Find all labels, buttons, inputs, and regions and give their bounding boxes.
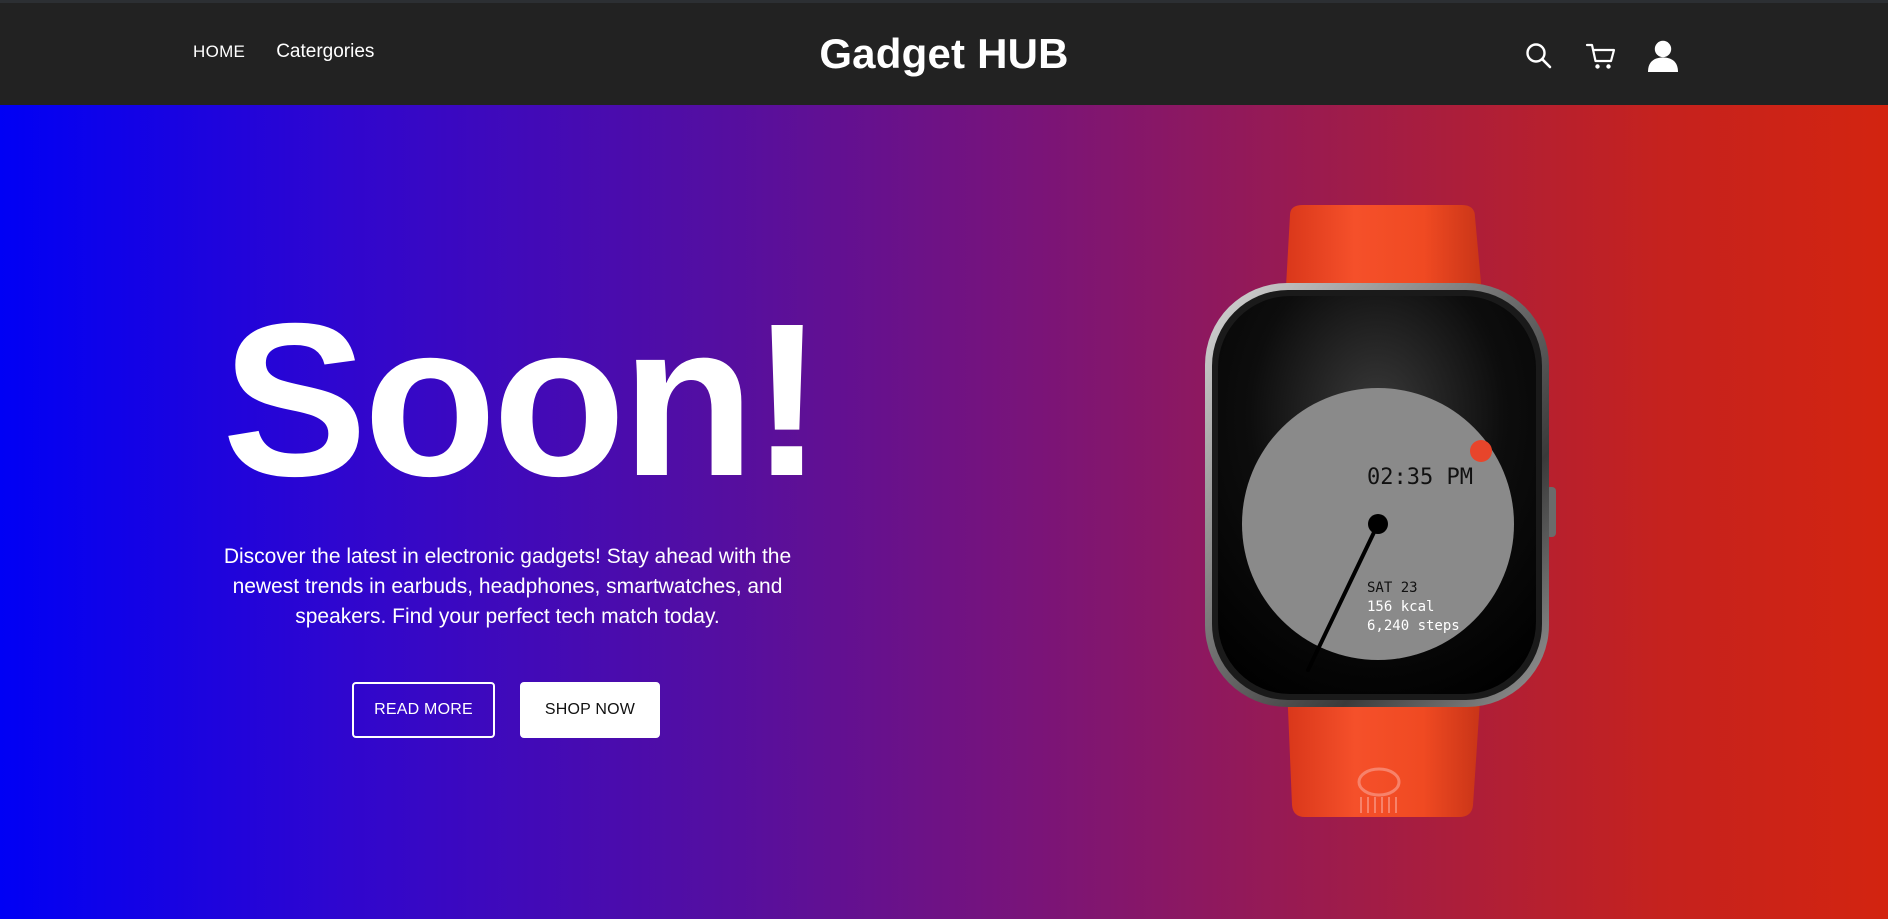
cart-icon[interactable] — [1582, 37, 1620, 75]
nav-link-categories[interactable]: Catergories — [276, 41, 374, 63]
page: HOME Catergories Gadget HUB Soon! Discov… — [0, 0, 1888, 919]
search-icon[interactable] — [1520, 37, 1558, 75]
watch-calories: 156 kcal — [1367, 599, 1434, 615]
nav-link-home[interactable]: HOME — [193, 42, 245, 62]
smartwatch-image: 02:35 PM SAT 23 156 kcal 6,240 steps — [1205, 205, 1556, 817]
hero-description: Discover the latest in electronic gadget… — [223, 545, 792, 628]
user-icon[interactable] — [1644, 37, 1682, 75]
main-nav: HOME Catergories — [193, 41, 374, 63]
shop-now-button[interactable]: SHOP NOW — [520, 682, 660, 738]
read-more-button[interactable]: READ MORE — [352, 682, 495, 738]
hero-section: Soon! Discover the latest in electronic … — [0, 105, 1888, 919]
watch-date: SAT 23 — [1367, 580, 1418, 596]
hero-title: Soon! — [222, 279, 823, 522]
watch-time: 02:35 PM — [1367, 465, 1473, 490]
watch-steps: 6,240 steps — [1367, 618, 1460, 634]
top-navbar: HOME Catergories Gadget HUB — [0, 0, 1888, 105]
header-actions — [1520, 37, 1682, 75]
